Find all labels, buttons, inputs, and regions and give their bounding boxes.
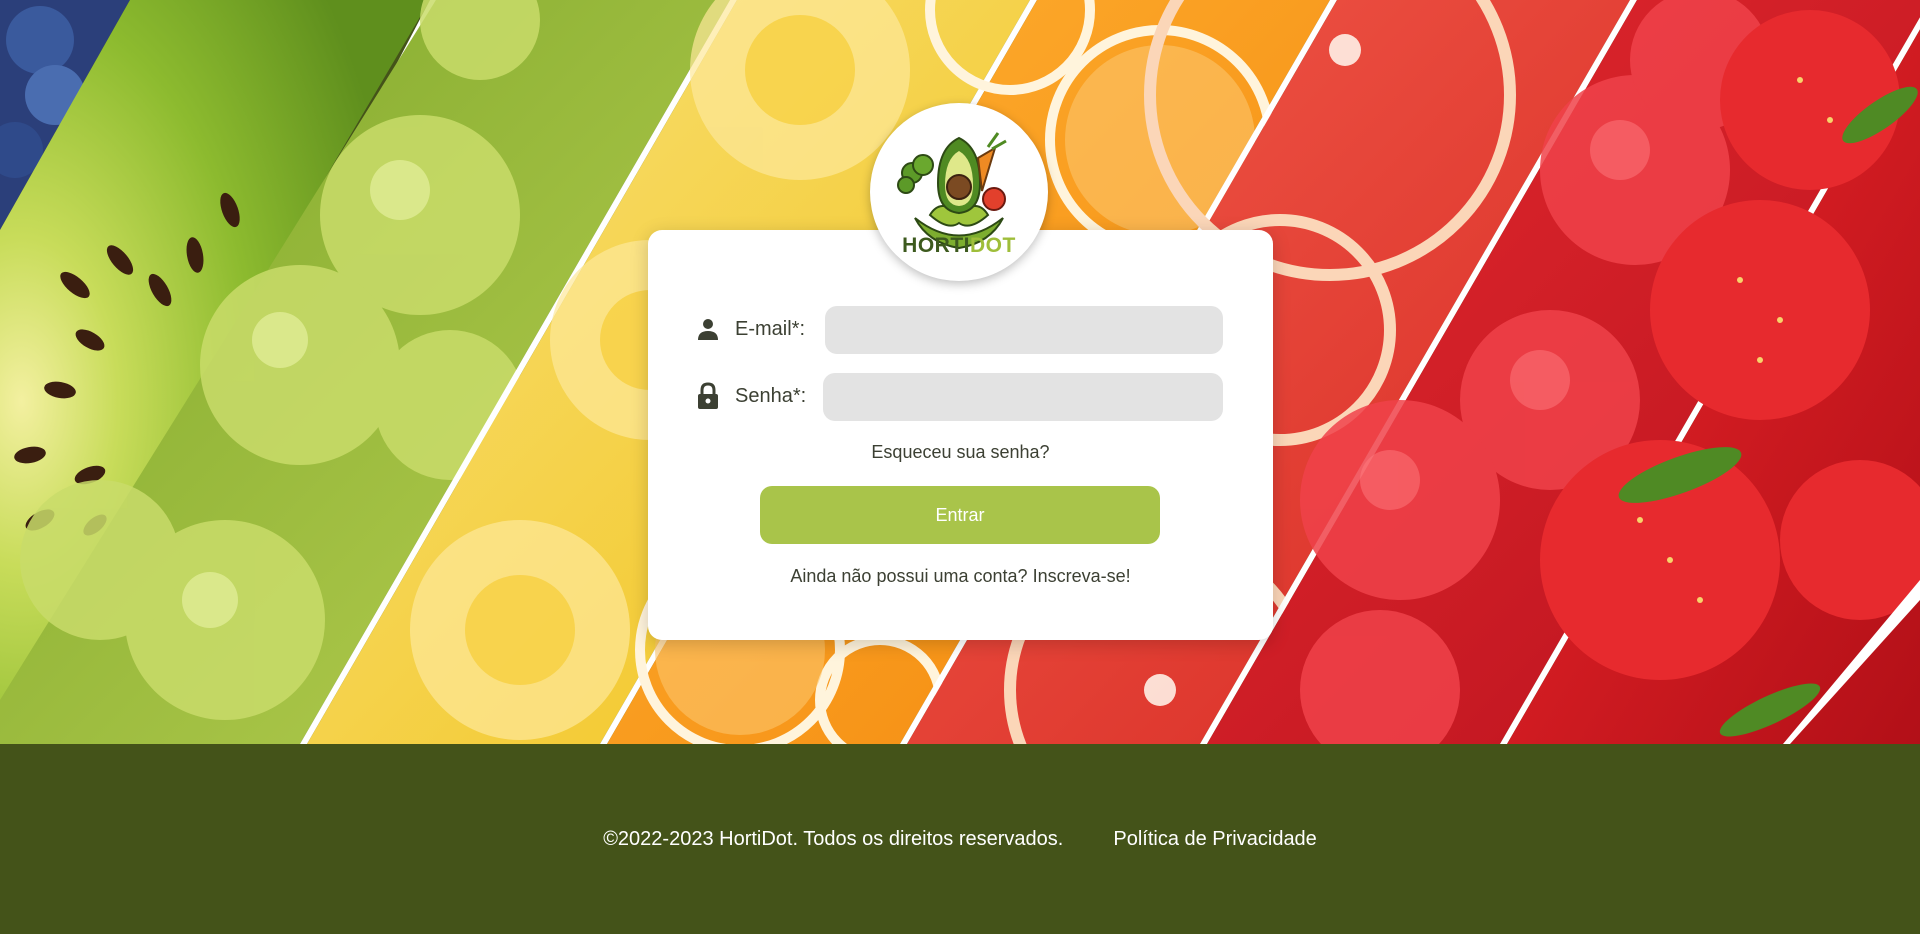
email-label: E-mail*: <box>735 317 806 340</box>
signup-text: Ainda não possui uma conta? Inscreva-se! <box>648 566 1273 587</box>
submit-button[interactable]: Entrar <box>760 486 1160 544</box>
brand-wordmark: HORTIDOT <box>870 234 1048 258</box>
password-row: Senha*: <box>695 372 817 420</box>
email-row: E-mail*: <box>695 305 817 353</box>
copyright-text: ©2022-2023 HortiDot. Todos os direitos r… <box>603 827 1064 850</box>
brand-name-part2: DOT <box>970 234 1016 257</box>
brand-name-part1: HORTI <box>902 234 970 257</box>
lock-icon <box>695 382 721 409</box>
password-label: Senha*: <box>735 384 807 407</box>
password-field[interactable] <box>823 373 1223 421</box>
forgot-password-link[interactable]: Esqueceu sua senha? <box>648 442 1273 463</box>
signup-prompt: Ainda não possui uma conta? <box>790 566 1028 586</box>
signup-link[interactable]: Inscreva-se! <box>1033 566 1131 586</box>
user-icon <box>695 316 721 342</box>
footer: ©2022-2023 HortiDot. Todos os direitos r… <box>0 744 1920 934</box>
privacy-policy-link[interactable]: Política de Privacidade <box>1113 828 1316 851</box>
email-field[interactable] <box>825 306 1223 354</box>
hortidot-logo: HORTIDOT <box>870 103 1048 281</box>
